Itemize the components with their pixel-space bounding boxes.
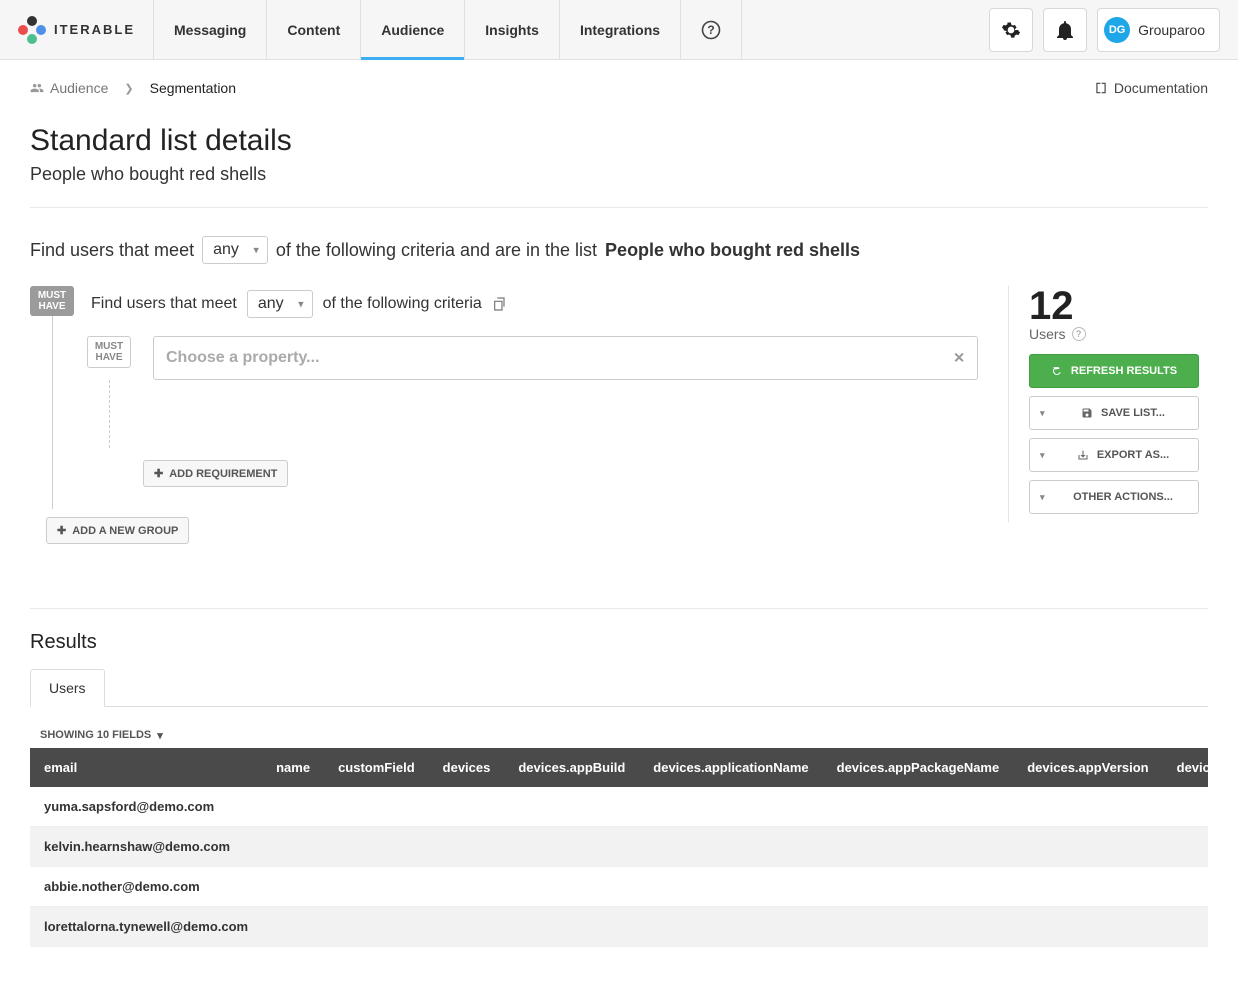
save-list-button[interactable]: ▾ SAVE LIST... <box>1029 396 1199 430</box>
match-select-inner[interactable]: any <box>247 290 313 318</box>
results-tabs: Users <box>30 668 1208 707</box>
tab-users[interactable]: Users <box>30 669 105 707</box>
nav-items: Messaging Content Audience Insights Inte… <box>154 0 742 59</box>
avatar: DG <box>1104 17 1130 43</box>
documentation-link[interactable]: Documentation <box>1094 80 1208 96</box>
col-appname[interactable]: devices.applicationName <box>639 748 822 787</box>
list-name: People who bought red shells <box>605 240 860 261</box>
segment-builder: MUST HAVE Find users that meet any of th… <box>30 286 978 544</box>
other-actions-button[interactable]: ▾ OTHER ACTIONS... <box>1029 480 1199 514</box>
property-input[interactable]: Choose a property... ✕ <box>153 336 978 380</box>
page-title: Standard list details <box>30 124 1208 158</box>
brand-logo[interactable]: ITERABLE <box>0 0 154 59</box>
svg-text:?: ? <box>707 23 714 37</box>
table-header-row: email name customField devices devices.a… <box>30 748 1208 787</box>
chevron-right-icon: ❯ <box>124 82 133 95</box>
chevron-down-icon: ▾ <box>1040 408 1045 419</box>
plus-icon: ✚ <box>154 467 163 480</box>
col-name[interactable]: name <box>262 748 324 787</box>
add-requirement-button[interactable]: ✚ ADD REQUIREMENT <box>143 460 288 487</box>
nav-help[interactable]: ? <box>681 0 742 59</box>
add-group-button[interactable]: ✚ ADD A NEW GROUP <box>46 517 189 544</box>
top-nav: ITERABLE Messaging Content Audience Insi… <box>0 0 1238 60</box>
content: Audience ❯ Segmentation Documentation St… <box>0 60 1238 987</box>
help-icon[interactable]: ? <box>1072 327 1086 341</box>
col-email[interactable]: email <box>30 748 262 787</box>
user-menu[interactable]: DG Grouparoo <box>1097 8 1220 52</box>
breadcrumb: Audience ❯ Segmentation <box>30 80 236 96</box>
breadcrumb-root[interactable]: Audience <box>30 80 108 96</box>
table-row[interactable]: yuma.sapsford@demo.com <box>30 787 1208 827</box>
chevron-down-icon: ▾ <box>1040 492 1045 503</box>
gear-icon <box>1001 20 1021 40</box>
plus-icon: ✚ <box>57 524 66 537</box>
bell-icon <box>1056 20 1074 40</box>
col-devicesde[interactable]: devices.de <box>1163 748 1208 787</box>
chevron-down-icon: ▾ <box>157 729 163 742</box>
side-panel: 12 Users ? REFRESH RESULTS ▾ SAVE LIST..… <box>1008 286 1208 522</box>
save-icon <box>1081 407 1093 419</box>
user-name: Grouparoo <box>1138 22 1205 38</box>
col-customfield[interactable]: customField <box>324 748 429 787</box>
col-apppkg[interactable]: devices.appPackageName <box>823 748 1014 787</box>
notifications-button[interactable] <box>1043 8 1087 52</box>
help-icon: ? <box>701 20 721 40</box>
breadcrumb-row: Audience ❯ Segmentation Documentation <box>30 60 1208 124</box>
close-icon[interactable]: ✕ <box>953 350 965 367</box>
must-have-badge-inner: MUST HAVE <box>87 336 131 368</box>
table-row[interactable]: lorettalorna.tynewell@demo.com <box>30 906 1208 946</box>
results-table: email name customField devices devices.a… <box>30 748 1208 947</box>
breadcrumb-current: Segmentation <box>150 80 236 96</box>
col-appver[interactable]: devices.appVersion <box>1013 748 1162 787</box>
fields-toggle[interactable]: SHOWING 10 FIELDS ▾ <box>40 729 163 742</box>
col-appbuild[interactable]: devices.appBuild <box>504 748 639 787</box>
export-icon <box>1077 449 1089 461</box>
requirement-row: MUST HAVE Choose a property... ✕ <box>87 336 978 380</box>
brand-name: ITERABLE <box>54 22 135 37</box>
settings-button[interactable] <box>989 8 1033 52</box>
nav-integrations[interactable]: Integrations <box>560 0 681 59</box>
refresh-results-button[interactable]: REFRESH RESULTS <box>1029 354 1199 388</box>
match-select-outer[interactable]: any <box>202 236 268 264</box>
logo-mark-icon <box>18 16 46 44</box>
page-subtitle: People who bought red shells <box>30 164 1208 208</box>
col-devices[interactable]: devices <box>429 748 505 787</box>
book-icon <box>1094 81 1108 95</box>
nav-messaging[interactable]: Messaging <box>154 0 267 59</box>
results-title: Results <box>30 631 1208 654</box>
audience-icon <box>30 81 44 95</box>
must-have-badge-outer: MUST HAVE <box>30 286 74 316</box>
table-row[interactable]: abbie.nother@demo.com <box>30 866 1208 906</box>
user-count: 12 <box>1029 286 1208 326</box>
table-row[interactable]: kelvin.hearnshaw@demo.com <box>30 826 1208 866</box>
filter-sentence: Find users that meet any of the followin… <box>30 236 1208 264</box>
nav-insights[interactable]: Insights <box>465 0 560 59</box>
user-count-label: Users <box>1029 326 1066 342</box>
refresh-icon <box>1051 365 1063 377</box>
chevron-down-icon: ▾ <box>1040 450 1045 461</box>
copy-icon[interactable] <box>492 296 508 312</box>
export-button[interactable]: ▾ EXPORT AS... <box>1029 438 1199 472</box>
nav-right: DG Grouparoo <box>971 0 1238 59</box>
nav-audience[interactable]: Audience <box>361 0 465 59</box>
nav-content[interactable]: Content <box>267 0 361 59</box>
